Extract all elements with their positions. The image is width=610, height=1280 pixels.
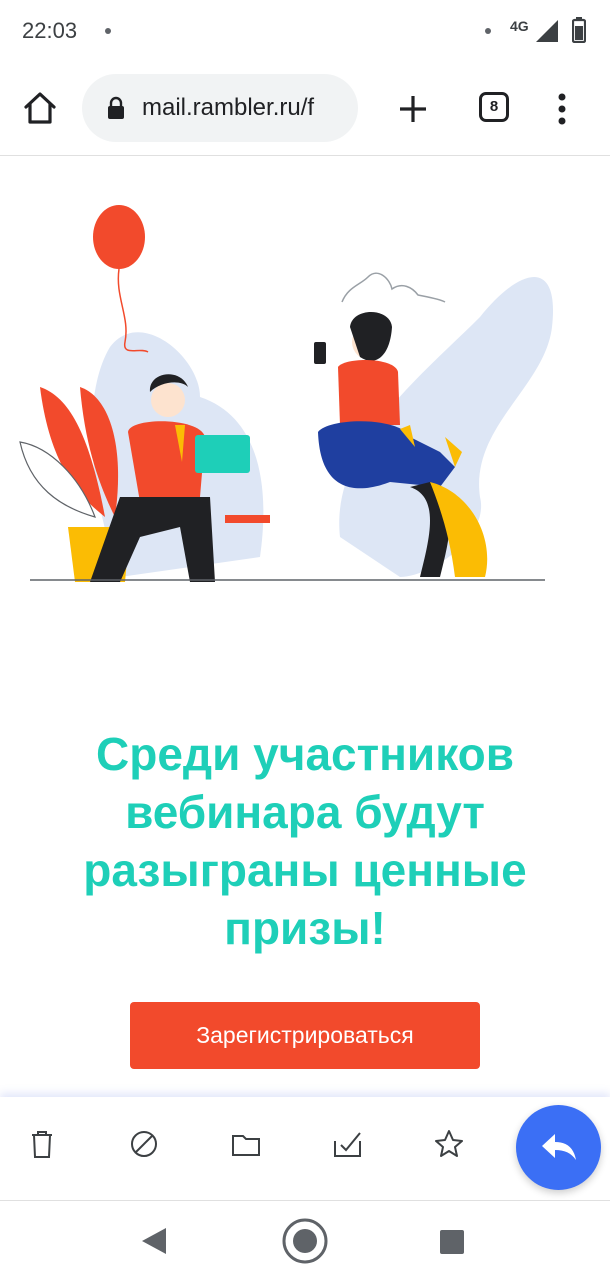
address-bar[interactable]: mail.rambler.ru/f bbox=[82, 74, 358, 142]
reply-button[interactable] bbox=[516, 1105, 601, 1190]
back-icon[interactable] bbox=[140, 1226, 168, 1256]
status-bar: 22:03 4G bbox=[0, 0, 610, 62]
reply-icon bbox=[542, 1134, 576, 1160]
register-button[interactable]: Зарегистрироваться bbox=[130, 1002, 480, 1069]
star-icon[interactable] bbox=[432, 1127, 466, 1161]
home-circle-icon[interactable] bbox=[281, 1217, 329, 1265]
signal-icon bbox=[536, 20, 558, 42]
new-tab-plus-icon[interactable] bbox=[398, 94, 428, 124]
promo-headline: Среди участников вебинара будут разыгран… bbox=[83, 728, 527, 954]
email-content: Среди участников вебинара будут разыгран… bbox=[0, 157, 610, 1097]
url-text: mail.rambler.ru/f bbox=[142, 94, 315, 121]
browser-toolbar: mail.rambler.ru/f 8 bbox=[0, 62, 610, 156]
email-action-bar bbox=[0, 1097, 610, 1200]
recents-icon[interactable] bbox=[439, 1229, 465, 1255]
tab-switcher-icon[interactable]: 8 bbox=[479, 92, 509, 122]
network-type: 4G bbox=[510, 18, 529, 34]
system-nav-bar bbox=[0, 1200, 610, 1280]
folder-icon[interactable] bbox=[229, 1127, 263, 1161]
webinar-illustration bbox=[19, 205, 554, 582]
spam-icon[interactable] bbox=[127, 1127, 161, 1161]
status-dot-icon bbox=[485, 28, 491, 34]
status-time: 22:03 bbox=[22, 18, 78, 43]
home-icon[interactable] bbox=[22, 90, 58, 126]
lock-icon bbox=[108, 96, 124, 119]
mark-read-icon[interactable] bbox=[331, 1127, 365, 1161]
notification-dot-icon bbox=[105, 28, 111, 34]
battery-icon bbox=[572, 17, 586, 43]
more-vertical-icon[interactable] bbox=[554, 92, 570, 126]
delete-icon[interactable] bbox=[25, 1127, 59, 1161]
